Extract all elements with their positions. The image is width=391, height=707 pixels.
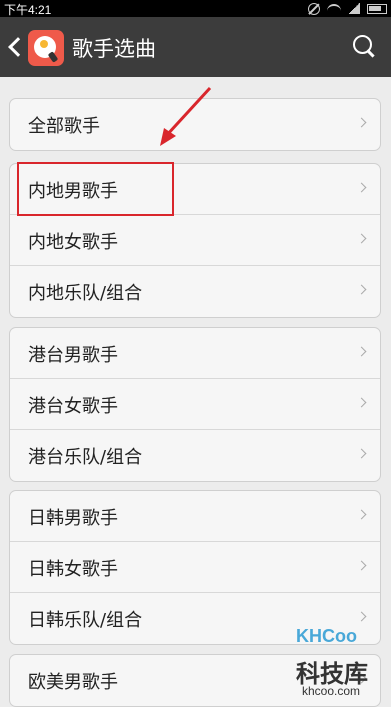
search-icon[interactable] — [353, 35, 377, 59]
page-title: 歌手选曲 — [72, 37, 156, 61]
list-item-label: 日韩乐队/组合 — [28, 610, 143, 631]
list-item-label: 全部歌手 — [28, 116, 100, 137]
list-item[interactable]: 日韩女歌手 — [10, 542, 380, 593]
status-icons — [308, 1, 387, 16]
list-item-label: 欧美男歌手 — [28, 672, 118, 693]
watermark-url: khcoo.com — [302, 684, 361, 698]
signal-icon — [348, 3, 360, 14]
watermark: KHCoo 科技库 khcoo.com — [296, 618, 391, 703]
status-bar: 下午4:21 — [0, 0, 391, 17]
list-item-label: 日韩男歌手 — [28, 508, 118, 529]
back-icon[interactable] — [6, 37, 24, 57]
list-item[interactable]: 内地女歌手 — [10, 215, 380, 266]
list-item[interactable]: 港台男歌手 — [10, 328, 380, 379]
status-time: 下午4:21 — [4, 3, 52, 17]
battery-icon — [367, 3, 387, 14]
logo-dot-icon — [40, 40, 48, 48]
group-hk-taiwan: 港台男歌手 港台女歌手 港台乐队/组合 — [9, 327, 381, 482]
annotation-highlight-box — [17, 162, 174, 216]
chevron-right-icon — [356, 117, 367, 128]
chevron-right-icon — [356, 346, 367, 357]
chevron-right-icon — [356, 233, 367, 244]
chevron-right-icon — [356, 284, 367, 295]
chevron-right-icon — [356, 509, 367, 520]
list-item[interactable]: 港台女歌手 — [10, 379, 380, 430]
list-item-label: 港台男歌手 — [28, 345, 118, 366]
app-bar: 歌手选曲 — [0, 17, 391, 77]
list-item-label: 内地女歌手 — [28, 232, 118, 253]
chevron-right-icon — [356, 448, 367, 459]
list-item-label: 港台乐队/组合 — [28, 447, 143, 468]
chevron-right-icon — [356, 397, 367, 408]
list-item-label: 日韩女歌手 — [28, 559, 118, 580]
mute-icon — [308, 2, 320, 15]
app-logo — [28, 30, 64, 66]
list-item-label: 港台女歌手 — [28, 396, 118, 417]
list-item[interactable]: 内地乐队/组合 — [10, 266, 380, 317]
chevron-right-icon — [356, 182, 367, 193]
wifi-icon — [327, 3, 341, 14]
microphone-icon — [47, 51, 59, 63]
watermark-brand: KHCoo — [296, 626, 357, 646]
chevron-right-icon — [356, 560, 367, 571]
annotation-arrow-icon — [160, 86, 212, 146]
list-item-label: 内地乐队/组合 — [28, 283, 143, 304]
list-item[interactable]: 港台乐队/组合 — [10, 430, 380, 481]
list-item[interactable]: 日韩男歌手 — [10, 491, 380, 542]
